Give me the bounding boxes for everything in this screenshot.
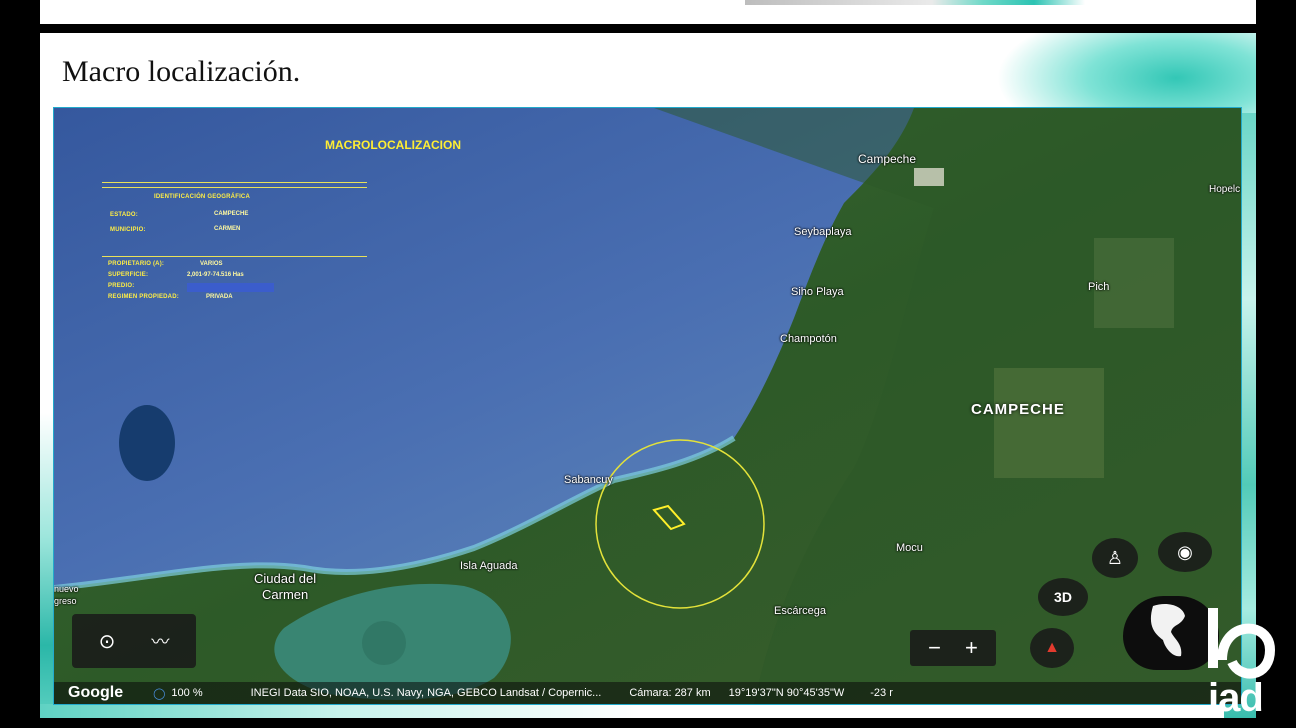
decorative-watercolor-bottom [40, 704, 640, 718]
iad-logo-text: iad [1208, 676, 1264, 720]
place-champoton: Champotón [780, 333, 837, 345]
overlay-superficie-value: 2,001-97-74.516 Has [187, 272, 244, 278]
overlay-rule [102, 182, 367, 183]
place-campeche: Campeche [858, 152, 917, 166]
compass-icon: ▲ [1044, 639, 1060, 656]
eye-icon: ◉ [1177, 541, 1193, 562]
decorative-strip [745, 0, 1085, 5]
place-siho-playa: Siho Playa [791, 286, 844, 298]
place-isla-aguada: Isla Aguada [460, 560, 518, 572]
place-hopelchen: Hopelc [1209, 184, 1241, 195]
satellite-map[interactable]: MACROLOCALIZACION IDENTIFICACIÓN GEOGRÁF… [53, 107, 1242, 705]
zoom-control: − + [910, 630, 996, 666]
zoom-percent: 100 % [171, 687, 203, 699]
location-pin-icon[interactable]: ⊙ [99, 629, 116, 654]
overlay-rule [102, 256, 367, 257]
place-escarcega: Escárcega [774, 605, 826, 617]
ruler-path-icon[interactable]: 〰 [151, 628, 169, 654]
overlay-regimen-label: REGIMEN PROPIEDAD: [108, 294, 179, 300]
overlay-section-heading: IDENTIFICACIÓN GEOGRÁFICA [154, 194, 250, 200]
street-view-button[interactable]: ♙ [1092, 538, 1138, 578]
place-seybaplaya: Seybaplaya [794, 226, 852, 238]
overlay-title: MACROLOCALIZACION [325, 138, 461, 152]
coordinates: 19°19'37"N 90°45'35"W [728, 687, 845, 699]
google-logo: Google [68, 684, 124, 701]
compass-button[interactable]: ▲ [1030, 628, 1074, 668]
overlay-estado-value: CAMPECHE [214, 211, 249, 217]
overlay-regimen-value: PRIVADA [206, 294, 233, 300]
zoom-out-button[interactable]: − [928, 635, 941, 661]
overlay-superficie-label: SUPERFICIE: [108, 272, 149, 278]
place-left-edge: nuevo [54, 584, 79, 594]
zoom-in-button[interactable]: + [965, 635, 978, 661]
overlay-propietario-label: PROPIETARIO (A): [108, 261, 165, 267]
overlay-rule [102, 187, 367, 188]
overlay-predio-label: PREDIO: [108, 283, 135, 289]
overlay-municipio-value: CARMEN [214, 226, 241, 232]
overlay-estado-label: ESTADO: [110, 212, 138, 218]
map-status-bar: Google ◯ 100 % INEGI Data SIO, NOAA, U.S… [54, 682, 1241, 704]
place-mocu: Mocu [896, 542, 923, 554]
redacted-box [187, 283, 274, 292]
loading-ring-icon: ◯ [153, 687, 166, 700]
place-sabancuy: Sabancuy [564, 474, 613, 486]
place-ciudad-del-carmen: Ciudad del [254, 571, 317, 586]
layers-button[interactable]: ◉ [1158, 532, 1212, 572]
pegman-icon: ♙ [1106, 547, 1124, 568]
place-state-campeche: CAMPECHE [971, 401, 1065, 418]
slide-title: Macro localización. [62, 55, 301, 88]
three-d-button[interactable]: 3D [1038, 578, 1088, 616]
attribution-text: INEGI Data SIO, NOAA, U.S. Navy, NGA, GE… [250, 687, 602, 699]
elevation: -23 r [870, 687, 893, 699]
slide: Macro localización. MACROLOCALIZACION ID… [40, 33, 1256, 718]
place-left-edge-2: greso [54, 596, 77, 606]
previous-slide-strip [40, 0, 1256, 24]
place-ciudad-del-carmen-2: Carmen [262, 587, 309, 602]
map-dark-lake [119, 405, 175, 481]
overlay-municipio-label: MUNICIPIO: [110, 227, 146, 233]
overlay-propietario-value: VARIOS [200, 261, 223, 267]
camera-altitude: Cámara: 287 km [629, 687, 711, 699]
place-pich: Pich [1088, 281, 1110, 293]
map-tool-panel: ⊙ 〰 [72, 614, 196, 668]
